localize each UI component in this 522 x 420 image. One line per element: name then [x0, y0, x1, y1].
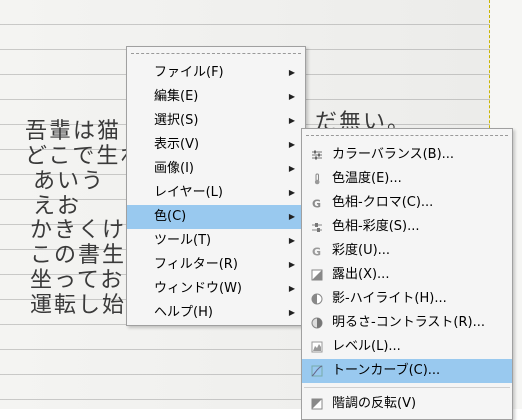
menu-item-label: 画像(I) — [154, 161, 194, 176]
menu-item-label: フィルター(R) — [154, 257, 238, 272]
hue-saturation-icon — [311, 221, 323, 233]
menu-tearoff[interactable] — [127, 47, 305, 61]
menu-item-label: 表示(V) — [154, 137, 200, 152]
menu-item-label: ファイル(F) — [154, 65, 224, 80]
menu-item-help[interactable]: ヘルプ(H) ▶ — [127, 301, 305, 325]
exposure-icon — [311, 269, 323, 281]
submenu-arrow-icon: ▶ — [288, 140, 295, 149]
submenu-arrow-icon: ▶ — [288, 164, 295, 173]
menu-item-tools[interactable]: ツール(T) ▶ — [127, 229, 305, 253]
menu-item-label: ヘルプ(H) — [154, 305, 213, 320]
curves-icon — [311, 365, 323, 377]
svg-text:G: G — [312, 198, 321, 210]
menu-item-label: 色相-クロマ(C)... — [332, 195, 434, 210]
shadows-highlights-icon — [311, 293, 323, 305]
submenu-arrow-icon: ▶ — [288, 116, 295, 125]
menu-item-windows[interactable]: ウィンドウ(W) ▶ — [127, 277, 305, 301]
menu-item-color-balance[interactable]: カラーバランス(B)... — [302, 143, 512, 167]
menu-item-file[interactable]: ファイル(F) ▶ — [127, 61, 305, 85]
menu-item-label: 色相-彩度(S)... — [332, 219, 420, 234]
hue-chroma-icon: G — [311, 197, 323, 210]
menu-item-label: 明るさ-コントラスト(R)... — [332, 315, 486, 330]
menu-item-hue-saturation[interactable]: 色相-彩度(S)... — [302, 215, 512, 239]
menu-item-colors[interactable]: 色(C) ▶ — [127, 205, 305, 229]
menu-item-label: レベル(L)... — [332, 339, 401, 354]
submenu-arrow-icon: ▶ — [288, 68, 295, 77]
menu-item-invert[interactable]: 階調の反転(V) — [302, 392, 512, 416]
menu-item-layer[interactable]: レイヤー(L) ▶ — [127, 181, 305, 205]
submenu-arrow-icon: ▶ — [288, 308, 295, 317]
menu-item-label: ツール(T) — [154, 233, 212, 248]
menu-separator — [304, 387, 510, 388]
svg-text:G: G — [312, 246, 321, 258]
menu-item-label: 露出(X)... — [332, 267, 390, 282]
menu-item-color-temperature[interactable]: 色温度(E)... — [302, 167, 512, 191]
menu-item-label: 選択(S) — [154, 113, 199, 128]
menu-item-select[interactable]: 選択(S) ▶ — [127, 109, 305, 133]
menu-item-label: 色温度(E)... — [332, 171, 402, 186]
menu-item-exposure[interactable]: 露出(X)... — [302, 263, 512, 287]
menu-item-label: カラーバランス(B)... — [332, 147, 455, 162]
menu-item-label: 彩度(U)... — [332, 243, 391, 258]
submenu-arrow-icon: ▶ — [288, 212, 295, 221]
menu-item-edit[interactable]: 編集(E) ▶ — [127, 85, 305, 109]
handwriting-line-8: 運転し始 — [30, 293, 127, 318]
submenu-arrow-icon: ▶ — [288, 284, 295, 293]
menu-item-label: 編集(E) — [154, 89, 199, 104]
menu-item-label: 色(C) — [154, 209, 187, 224]
menu-item-shadows-highlights[interactable]: 影-ハイライト(H)... — [302, 287, 512, 311]
menu-item-hue-chroma[interactable]: G 色相-クロマ(C)... — [302, 191, 512, 215]
color-balance-icon — [311, 149, 323, 161]
menu-item-curves[interactable]: トーンカーブ(C)... — [302, 359, 512, 383]
saturation-icon: G — [311, 245, 323, 258]
levels-icon — [311, 341, 323, 353]
submenu-arrow-icon: ▶ — [288, 260, 295, 269]
menu-item-label: トーンカーブ(C)... — [332, 363, 441, 378]
color-temperature-icon — [311, 173, 323, 185]
submenu-arrow-icon: ▶ — [288, 92, 295, 101]
image-context-menu: ファイル(F) ▶ 編集(E) ▶ 選択(S) ▶ 表示(V) ▶ 画像(I) ▶ レイヤ… — [126, 46, 306, 326]
submenu-arrow-icon: ▶ — [288, 188, 295, 197]
menu-item-levels[interactable]: レベル(L)... — [302, 335, 512, 359]
submenu-arrow-icon: ▶ — [288, 236, 295, 245]
menu-item-view[interactable]: 表示(V) ▶ — [127, 133, 305, 157]
menu-item-filters[interactable]: フィルター(R) ▶ — [127, 253, 305, 277]
submenu-tearoff[interactable] — [302, 129, 512, 143]
menu-item-label: レイヤー(L) — [154, 185, 223, 200]
menu-item-label: 影-ハイライト(H)... — [332, 291, 447, 306]
menu-item-saturation[interactable]: G 彩度(U)... — [302, 239, 512, 263]
brightness-contrast-icon — [311, 317, 323, 329]
menu-item-brightness-contrast[interactable]: 明るさ-コントラスト(R)... — [302, 311, 512, 335]
menu-item-label: ウィンドウ(W) — [154, 281, 242, 296]
menu-item-image[interactable]: 画像(I) ▶ — [127, 157, 305, 181]
colors-submenu: カラーバランス(B)... 色温度(E)... G 色相-クロマ(C)... 色… — [301, 128, 513, 420]
invert-icon — [311, 398, 323, 410]
